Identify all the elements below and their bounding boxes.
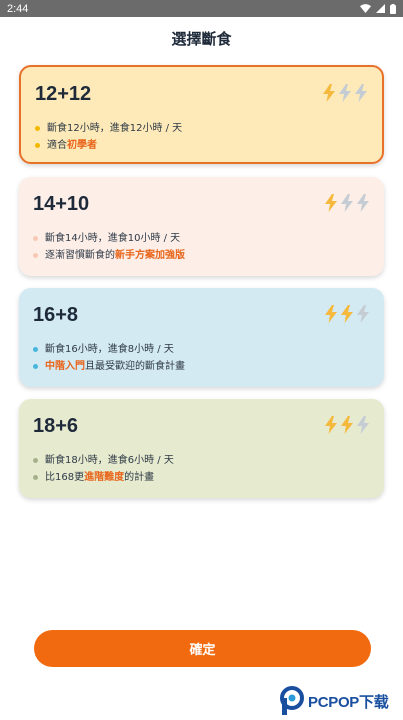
pcpop-logo-icon: [280, 686, 304, 715]
watermark-text: PCPOP下载: [308, 693, 389, 711]
status-bar: 2:44: [0, 0, 403, 17]
plan-note-highlight: 新手方案加強版: [115, 250, 185, 261]
plan-schedule-text: 斷食16小時，進食8小時 / 天: [45, 344, 174, 355]
bullet-dot: [35, 143, 40, 148]
bullet-dot: [33, 347, 38, 352]
page-title: 選擇斷食: [171, 30, 232, 48]
plan-detail-line: 斷食18小時，進食6小時 / 天: [33, 452, 174, 469]
plan-note-suffix: 的計畫: [124, 472, 155, 483]
plan-description: 斷食18小時，進食6小時 / 天 比168更 進階難度 的計畫: [33, 452, 174, 486]
lightning-icon: [341, 305, 353, 323]
plan-note-highlight: 中階入門: [45, 361, 85, 372]
plan-note-suffix: 且最受歡迎的斷食計畫: [85, 361, 185, 372]
battery-icon: [390, 3, 396, 14]
intensity-bolts: [324, 305, 370, 323]
plan-description: 斷食16小時，進食8小時 / 天 中階入門 且最受歡迎的斷食計畫: [33, 341, 185, 375]
plan-name: 18+6: [33, 415, 79, 437]
lightning-icon: [341, 194, 353, 212]
lightning-icon: [341, 416, 353, 434]
signal-icon: [376, 4, 385, 13]
plan-detail-line: 比168更 進階難度 的計畫: [33, 469, 174, 486]
plan-card-16-8[interactable]: 16+8 斷食16小時，進食8小時 / 天 中階入門 且最受歡迎的斷食計畫: [19, 288, 384, 387]
bullet-dot: [33, 253, 38, 258]
lightning-icon: [323, 84, 335, 102]
plan-detail-line: 斷食12小時，進食12小時 / 天: [35, 120, 182, 137]
plan-name: 14+10: [33, 193, 90, 215]
plan-name: 12+12: [35, 83, 92, 105]
plan-schedule-text: 斷食12小時，進食12小時 / 天: [47, 123, 183, 134]
bullet-dot: [33, 236, 38, 241]
confirm-button[interactable]: 確定: [34, 630, 371, 667]
plan-card-18-6[interactable]: 18+6 斷食18小時，進食6小時 / 天 比168更 進階難度 的計畫: [19, 399, 384, 498]
lightning-icon: [325, 416, 337, 434]
intensity-bolts: [324, 194, 370, 212]
status-time: 2:44: [7, 2, 29, 15]
plan-schedule-text: 斷食18小時，進食6小時 / 天: [45, 455, 174, 466]
lightning-icon: [339, 84, 351, 102]
plan-note-highlight: 進階難度: [84, 472, 125, 483]
intensity-bolts: [322, 84, 368, 102]
plan-detail-line: 逐漸習慣斷食的 新手方案加強版: [33, 247, 185, 264]
wifi-icon: [360, 4, 371, 13]
plan-note-prefix: 逐漸習慣斷食的: [45, 250, 115, 261]
bullet-dot: [33, 475, 38, 480]
plan-detail-line: 中階入門 且最受歡迎的斷食計畫: [33, 358, 185, 375]
intensity-bolts: [324, 416, 370, 434]
status-icons: [360, 3, 396, 14]
plan-description: 斷食12小時，進食12小時 / 天 適合 初學者: [35, 120, 182, 154]
plan-card-12-12[interactable]: 12+12 斷食12小時，進食12小時 / 天 適合 初學者: [19, 65, 384, 164]
plan-description: 斷食14小時，進食10小時 / 天 逐漸習慣斷食的 新手方案加強版: [33, 230, 185, 264]
plan-note-prefix: 適合: [47, 140, 67, 151]
bullet-dot: [33, 458, 38, 463]
lightning-icon: [357, 194, 369, 212]
plan-name: 16+8: [33, 304, 79, 326]
plan-detail-line: 適合 初學者: [35, 137, 182, 154]
lightning-icon: [325, 305, 337, 323]
plan-detail-line: 斷食14小時，進食10小時 / 天: [33, 230, 185, 247]
bullet-dot: [33, 364, 38, 369]
plan-detail-line: 斷食16小時，進食8小時 / 天: [33, 341, 185, 358]
bullet-dot: [35, 126, 40, 131]
lightning-icon: [325, 194, 337, 212]
pcpop-watermark: PCPOP下载: [279, 682, 403, 720]
plan-schedule-text: 斷食14小時，進食10小時 / 天: [45, 233, 181, 244]
plan-note-highlight: 初學者: [67, 140, 97, 151]
lightning-icon: [355, 84, 367, 102]
plan-note-prefix: 比168更: [45, 472, 85, 483]
lightning-icon: [357, 416, 369, 434]
plan-card-14-10[interactable]: 14+10 斷食14小時，進食10小時 / 天 逐漸習慣斷食的 新手方案加強版: [19, 177, 384, 276]
lightning-icon: [357, 305, 369, 323]
